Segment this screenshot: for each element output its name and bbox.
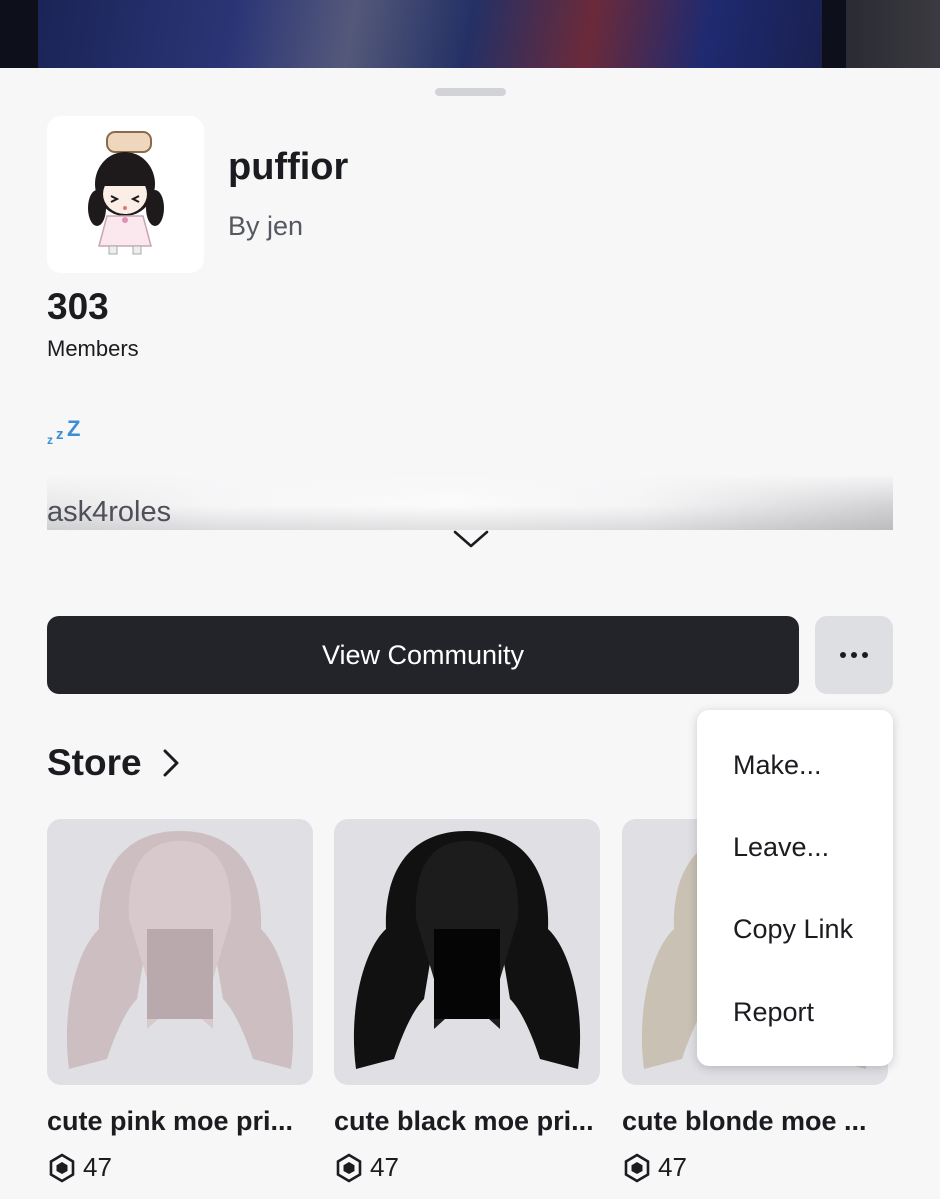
svg-text:z: z bbox=[56, 426, 64, 443]
community-avatar bbox=[47, 116, 204, 273]
store-item-name[interactable]: cute pink moe pri... bbox=[47, 1106, 337, 1137]
store-item-name[interactable]: cute blonde moe ... bbox=[622, 1106, 882, 1137]
store-item-name[interactable]: cute black moe pri... bbox=[334, 1106, 624, 1137]
more-options-icon bbox=[840, 652, 868, 658]
store-item-card[interactable]: cute pink moe pri... 47 bbox=[47, 819, 313, 1183]
store-item-card[interactable]: cute black moe pri... 47 bbox=[334, 819, 600, 1183]
zzz-icon: z z Z bbox=[47, 416, 80, 447]
store-item-thumbnail[interactable] bbox=[334, 819, 600, 1085]
more-options-button[interactable] bbox=[815, 616, 893, 694]
description-text: ask4roles bbox=[47, 496, 172, 528]
svg-text:Z: Z bbox=[67, 416, 80, 441]
owner-byline[interactable]: By jen bbox=[228, 211, 303, 242]
menu-item-leave[interactable]: Leave... bbox=[733, 832, 829, 863]
store-item-price: 47 bbox=[334, 1152, 399, 1183]
sheet-drag-handle[interactable] bbox=[435, 88, 506, 96]
banner-image bbox=[38, 0, 822, 68]
menu-item-copy-link[interactable]: Copy Link bbox=[733, 914, 853, 945]
menu-item-report[interactable]: Report bbox=[733, 997, 814, 1028]
store-item-price: 47 bbox=[47, 1152, 112, 1183]
banner-image-next bbox=[846, 0, 940, 68]
view-community-button[interactable]: View Community bbox=[47, 616, 799, 694]
robux-icon bbox=[49, 1152, 75, 1183]
chibi-avatar-icon bbox=[88, 131, 164, 255]
menu-item-make[interactable]: Make... bbox=[733, 750, 822, 781]
price-value: 47 bbox=[658, 1152, 687, 1182]
svg-text:z: z bbox=[47, 433, 53, 447]
community-name: puffior bbox=[228, 146, 349, 188]
description-preview: ask4roles bbox=[47, 476, 893, 530]
member-label: Members bbox=[47, 336, 139, 361]
chevron-right-icon bbox=[163, 749, 179, 777]
description-fade bbox=[47, 476, 893, 530]
store-header[interactable]: Store bbox=[47, 742, 182, 784]
price-value: 47 bbox=[83, 1152, 112, 1182]
member-count: 303 bbox=[47, 286, 109, 327]
robux-icon bbox=[624, 1152, 650, 1183]
store-item-thumbnail[interactable] bbox=[47, 819, 313, 1085]
store-title: Store bbox=[47, 742, 142, 783]
hair-accessory-icon bbox=[66, 831, 294, 1069]
store-item-price: 47 bbox=[622, 1152, 687, 1183]
price-value: 47 bbox=[370, 1152, 399, 1182]
group-banner bbox=[0, 0, 940, 68]
chevron-down-icon[interactable] bbox=[451, 524, 491, 554]
robux-icon bbox=[336, 1152, 362, 1183]
hair-accessory-icon bbox=[353, 831, 581, 1069]
options-menu: Make... Leave... Copy Link Report bbox=[697, 710, 893, 1066]
